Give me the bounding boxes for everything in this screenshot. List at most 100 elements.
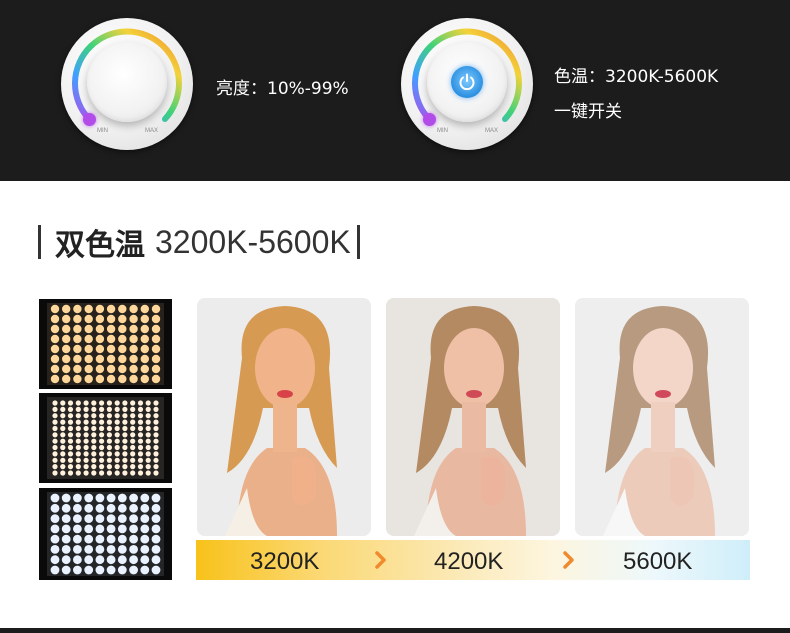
model-portrait-image: [386, 298, 560, 536]
dial-min-label: MIN: [97, 128, 108, 134]
led-bead: [129, 334, 138, 344]
dial-knob[interactable]: [87, 42, 167, 122]
led-bead: [151, 344, 161, 354]
color-temp-dial[interactable]: MIN MAX: [401, 18, 533, 150]
led-bead: [106, 565, 116, 575]
led-bead: [129, 344, 138, 354]
led-bead: [130, 444, 136, 451]
led-bead: [83, 470, 89, 476]
led-bead: [145, 464, 151, 470]
led-bead: [84, 354, 93, 364]
led-bead: [114, 444, 120, 451]
led-bead: [91, 457, 97, 463]
led-bead: [140, 555, 150, 565]
led-bead: [84, 514, 94, 523]
power-button[interactable]: [451, 66, 483, 98]
led-bead: [91, 400, 97, 406]
led-bead: [114, 451, 120, 457]
led-grid-neutral: [47, 397, 164, 479]
led-bead: [129, 545, 138, 554]
led-bead: [84, 555, 94, 565]
led-bead: [52, 432, 58, 438]
led-bead: [91, 444, 97, 451]
led-bead: [130, 464, 136, 470]
led-bead: [50, 534, 60, 544]
led-bead: [52, 464, 58, 470]
led-bead: [137, 457, 144, 463]
led-bead: [75, 444, 81, 451]
led-bead: [114, 406, 120, 412]
led-bead: [75, 464, 81, 470]
led-bead: [83, 400, 89, 406]
led-panel-warm: [39, 299, 172, 389]
portrait-neutral: [386, 298, 560, 536]
led-bead: [151, 565, 161, 575]
led-bead: [95, 354, 105, 364]
feature-band: MIN MAX 亮度：10%-99% MIN MAX 色温：3200K-5600…: [0, 0, 790, 181]
led-bead: [137, 419, 144, 425]
led-bead: [122, 438, 128, 444]
led-bead: [61, 534, 71, 544]
heading-title: 双色温: [55, 228, 145, 263]
led-bead: [106, 334, 116, 344]
led-bead: [130, 457, 136, 463]
led-bead: [106, 354, 116, 364]
led-bead: [62, 314, 71, 324]
led-bead: [99, 464, 105, 470]
led-bead: [151, 545, 161, 554]
chevron-right-icon: [375, 551, 386, 569]
color-temp-spec: 色温：3200K-5600K: [554, 67, 719, 87]
led-bead: [50, 354, 60, 364]
led-bead: [118, 374, 127, 384]
led-bead: [50, 545, 60, 554]
portrait-cool: [575, 298, 749, 536]
led-bead: [61, 524, 71, 534]
led-bead: [114, 400, 120, 406]
led-bead: [60, 457, 66, 463]
led-bead: [129, 314, 138, 324]
led-bead: [130, 419, 136, 425]
led-bead: [130, 400, 136, 406]
heading-range: 3200K-5600K: [155, 223, 351, 260]
power-icon: [459, 73, 475, 91]
led-bead: [99, 457, 105, 463]
brightness-dial[interactable]: MIN MAX: [61, 18, 193, 150]
label-5600k: 5600K: [623, 548, 693, 575]
led-bead: [61, 545, 71, 554]
led-bead: [129, 555, 138, 565]
led-bead: [50, 364, 60, 374]
heading-bar-left: [38, 225, 41, 259]
led-bead: [95, 524, 105, 534]
led-bead: [95, 374, 105, 384]
led-bead: [67, 406, 74, 412]
led-bead: [140, 324, 149, 334]
led-bead: [60, 406, 66, 412]
led-bead: [84, 493, 94, 503]
led-bead: [50, 314, 60, 324]
led-bead: [60, 451, 66, 457]
led-bead: [140, 344, 149, 354]
led-bead: [99, 451, 105, 457]
led-bead: [99, 400, 105, 406]
bottom-divider: [0, 628, 790, 633]
led-bead: [60, 444, 66, 451]
led-bead: [129, 514, 138, 523]
led-bead: [114, 425, 120, 432]
led-bead: [73, 545, 82, 554]
led-bead: [84, 314, 93, 324]
led-bead: [129, 565, 138, 575]
led-bead: [99, 470, 105, 476]
led-bead: [99, 419, 105, 425]
led-bead: [137, 444, 144, 451]
led-bead: [140, 565, 150, 575]
led-bead: [50, 304, 60, 314]
led-bead: [75, 470, 81, 476]
led-bead: [62, 304, 71, 314]
led-bead: [75, 451, 81, 457]
led-bead: [137, 400, 144, 406]
led-bead: [106, 438, 112, 444]
led-bead: [73, 524, 82, 534]
led-bead: [140, 374, 149, 384]
led-grid-warm: [47, 303, 164, 385]
led-bead: [130, 438, 136, 444]
